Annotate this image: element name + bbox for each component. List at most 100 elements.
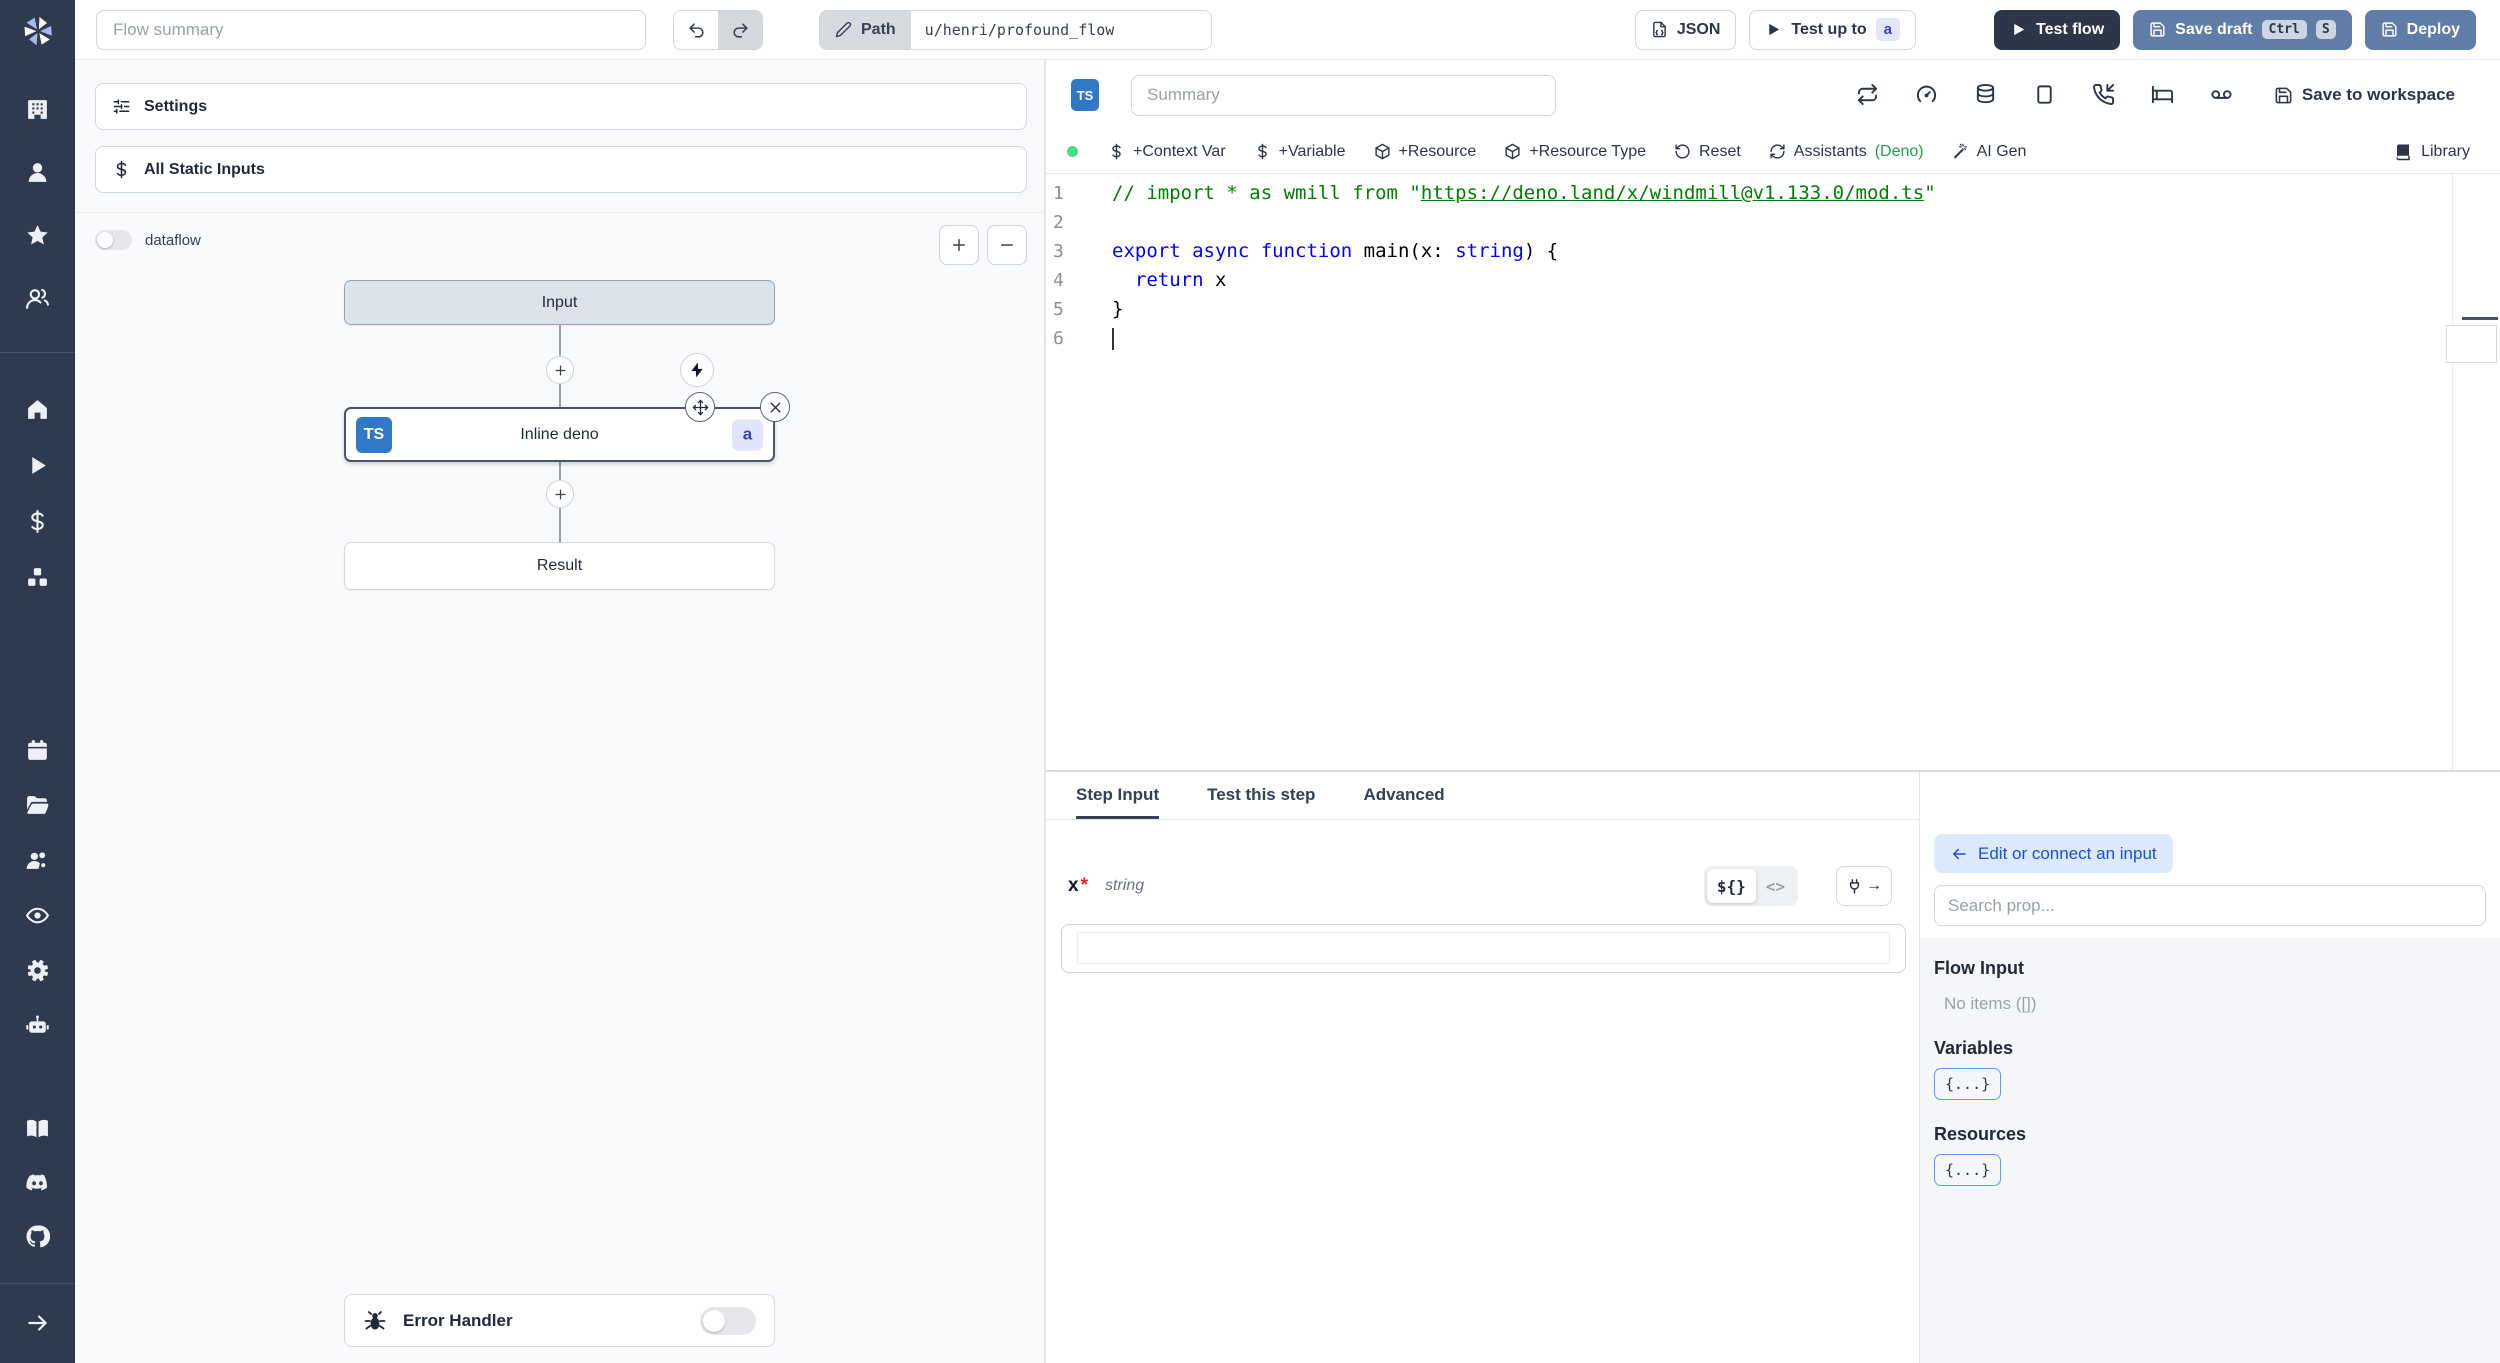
repeat-icon bbox=[1856, 83, 1879, 106]
sidebar-item-star[interactable] bbox=[25, 222, 51, 248]
code-line-2[interactable]: 2 bbox=[1046, 208, 2500, 237]
code-mode-button[interactable]: <> bbox=[1756, 869, 1795, 903]
code-line-1[interactable]: 1 // import * as wmill from "https://deno… bbox=[1046, 179, 2500, 208]
flow-settings-button[interactable]: Settings bbox=[95, 83, 1027, 130]
prop-object-badge[interactable]: {...} bbox=[1934, 1068, 2002, 1100]
line-number: 2 bbox=[1053, 212, 1064, 233]
sidebar-item-boxes[interactable] bbox=[25, 564, 51, 590]
all-static-inputs-button[interactable]: All Static Inputs bbox=[95, 146, 1027, 193]
tab-step-input[interactable]: Step Input bbox=[1076, 772, 1160, 819]
deploy-button[interactable]: Deploy bbox=[2364, 9, 2476, 50]
sidebar-expand-button[interactable] bbox=[24, 1310, 51, 1337]
toolbar-context-var-button[interactable]: +Context Var bbox=[1098, 139, 1236, 165]
add-step-button-2[interactable] bbox=[546, 480, 574, 508]
step-setting-voicemail-button[interactable] bbox=[2210, 83, 2234, 107]
add-trigger-button[interactable] bbox=[680, 353, 714, 387]
flow-panel-divider bbox=[75, 212, 1045, 213]
sidebar-item-calendar[interactable] bbox=[25, 737, 51, 763]
code-line-4[interactable]: 4 return x bbox=[1046, 266, 2500, 295]
redo-button[interactable] bbox=[718, 10, 762, 49]
zoom-out-button[interactable] bbox=[987, 225, 1027, 265]
delete-step-button[interactable] bbox=[760, 392, 790, 422]
step-setting-square-button[interactable] bbox=[2033, 83, 2057, 107]
step-setting-bed-button[interactable] bbox=[2151, 83, 2175, 107]
zoom-in-button[interactable] bbox=[939, 225, 979, 265]
editor-panel: TS Save to workspace +Context Var +Variab… bbox=[1045, 60, 2500, 1363]
test-up-to-step-badge[interactable]: a bbox=[1875, 18, 1900, 41]
error-handler-toggle[interactable] bbox=[700, 1306, 756, 1335]
error-handler-node[interactable]: Error Handler bbox=[344, 1294, 775, 1347]
sidebar-item-play[interactable] bbox=[25, 452, 51, 478]
json-button[interactable]: JSON bbox=[1634, 9, 1737, 50]
flow-settings-label: Settings bbox=[144, 97, 208, 115]
path-group: Path bbox=[819, 9, 1212, 50]
sidebar-item-folder-open[interactable] bbox=[25, 792, 51, 818]
sidebar-item-settings[interactable] bbox=[25, 957, 51, 983]
minus-icon bbox=[998, 236, 1016, 254]
code-editor[interactable]: 1 // import * as wmill from "https://deno… bbox=[1046, 174, 2500, 771]
code-token-keyword: return bbox=[1134, 269, 1204, 291]
topbar-actions: JSON Test up to a Test flow Save draft C… bbox=[1634, 9, 2476, 50]
dataflow-toggle[interactable] bbox=[95, 230, 132, 250]
code-token-plain: x bbox=[1203, 269, 1227, 291]
test-up-to-button[interactable]: Test up to a bbox=[1749, 9, 1916, 50]
search-prop-input[interactable] bbox=[1934, 885, 2486, 926]
arrow-left-icon bbox=[1950, 845, 1968, 863]
flow-node-input[interactable]: Input bbox=[344, 280, 775, 325]
path-input[interactable] bbox=[910, 10, 1211, 49]
sidebar-item-discord[interactable] bbox=[25, 1169, 51, 1195]
sidebar-item-book-open[interactable] bbox=[25, 1115, 51, 1141]
step-config-icons bbox=[1856, 83, 2234, 107]
code-line-5[interactable]: 5} bbox=[1046, 295, 2500, 324]
line-number: 6 bbox=[1053, 328, 1064, 349]
sidebar-item-github[interactable] bbox=[25, 1223, 51, 1249]
test-flow-button[interactable]: Test flow bbox=[1993, 9, 2121, 50]
sidebar-item-users-cog[interactable] bbox=[25, 847, 51, 873]
file-json-icon bbox=[1651, 21, 1668, 38]
flow-summary-input[interactable] bbox=[96, 9, 646, 50]
toolbar-ai-gen-button[interactable]: AI Gen bbox=[1942, 139, 2037, 165]
step-setting-gauge-button[interactable] bbox=[1915, 83, 1939, 107]
code-token-comment-link[interactable]: https://deno.land/x/windmill@v1.133.0/mo… bbox=[1421, 182, 1924, 204]
tab-advanced[interactable]: Advanced bbox=[1363, 772, 1444, 819]
field-value-editor[interactable] bbox=[1061, 924, 1906, 973]
toolbar-resource-type-button[interactable]: +Resource Type bbox=[1494, 139, 1656, 165]
toolbar-reset-button[interactable]: Reset bbox=[1664, 139, 1751, 165]
sidebar-item-building[interactable] bbox=[25, 96, 51, 122]
save-to-workspace-button[interactable]: Save to workspace bbox=[2274, 85, 2455, 105]
prop-object-badge[interactable]: {...} bbox=[1934, 1154, 2002, 1186]
connect-input-button[interactable]: → bbox=[1836, 866, 1892, 906]
sidebar-item-user[interactable] bbox=[25, 159, 51, 185]
tab-test-this-step[interactable]: Test this step bbox=[1207, 772, 1315, 819]
plus-icon bbox=[553, 363, 568, 378]
move-step-button[interactable] bbox=[685, 392, 715, 422]
code-line-3[interactable]: 3 export async function main(x: string) { bbox=[1046, 237, 2500, 266]
windmill-logo-icon[interactable] bbox=[20, 13, 56, 49]
package-icon bbox=[1504, 143, 1521, 160]
templated-string-mode-button[interactable]: ${} bbox=[1706, 869, 1756, 903]
prop-section-resources: Resources {...} bbox=[1934, 1124, 2486, 1186]
step-setting-repeat-button[interactable] bbox=[1856, 83, 1880, 107]
editor-scrollbar-slider[interactable] bbox=[2446, 325, 2497, 363]
step-summary-input[interactable] bbox=[1131, 74, 1556, 116]
edit-or-connect-button[interactable]: Edit or connect an input bbox=[1934, 834, 2173, 873]
lsp-status-dot bbox=[1067, 146, 1078, 157]
step-setting-phone-incoming-button[interactable] bbox=[2092, 83, 2116, 107]
sidebar-item-bot[interactable] bbox=[25, 1012, 51, 1038]
library-button[interactable]: Library bbox=[2394, 143, 2470, 161]
folder-open-icon bbox=[25, 793, 50, 818]
step-setting-database-button[interactable] bbox=[1974, 83, 1998, 107]
add-step-button[interactable] bbox=[546, 356, 574, 384]
path-button[interactable]: Path bbox=[820, 10, 911, 49]
save-draft-button[interactable]: Save draft Ctrl S bbox=[2133, 9, 2352, 50]
toolbar-resource-button[interactable]: +Resource bbox=[1364, 139, 1487, 165]
sidebar-item-eye[interactable] bbox=[25, 902, 51, 928]
code-line-6[interactable]: 6 bbox=[1046, 324, 2500, 353]
toolbar-assistants-button[interactable]: Assistants (Deno) bbox=[1759, 139, 1934, 165]
sidebar-item-dollar[interactable] bbox=[25, 508, 51, 534]
flow-node-result[interactable]: Result bbox=[344, 542, 775, 590]
sidebar-item-users[interactable] bbox=[25, 285, 51, 311]
toolbar-variable-button[interactable]: +Variable bbox=[1244, 139, 1356, 165]
sidebar-item-home[interactable] bbox=[25, 396, 51, 422]
undo-button[interactable] bbox=[674, 10, 718, 49]
